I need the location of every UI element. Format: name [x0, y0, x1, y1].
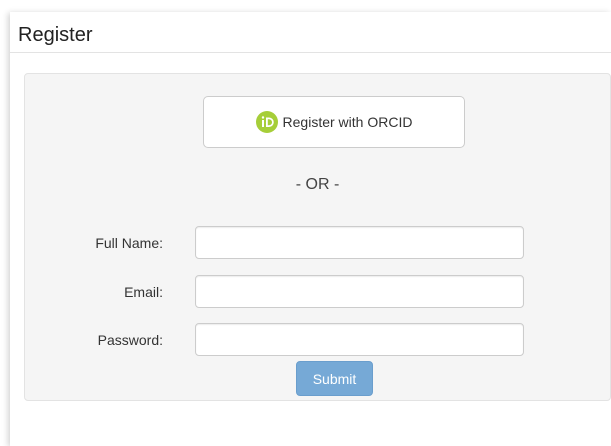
full-name-input[interactable]: [195, 226, 524, 259]
or-divider: - OR -: [295, 176, 340, 193]
panel-heading: Register: [10, 12, 611, 53]
register-form-well: Register with ORCID - OR - Full Name: Em…: [24, 73, 611, 401]
email-input[interactable]: [195, 275, 524, 308]
password-input[interactable]: [195, 323, 524, 356]
register-panel: Register Register with ORCID - OR - Full…: [10, 12, 611, 446]
email-label: Email:: [124, 284, 163, 300]
register-with-orcid-button[interactable]: Register with ORCID: [203, 96, 465, 148]
submit-button[interactable]: Submit: [296, 361, 373, 396]
full-name-row: Full Name:: [25, 226, 610, 259]
orcid-button-label: Register with ORCID: [282, 114, 413, 130]
password-row: Password:: [25, 323, 610, 356]
email-row: Email:: [25, 275, 610, 308]
orcid-icon: [255, 111, 278, 133]
full-name-label: Full Name:: [95, 235, 163, 251]
password-label: Password:: [97, 332, 163, 348]
page-title: Register: [18, 24, 93, 46]
